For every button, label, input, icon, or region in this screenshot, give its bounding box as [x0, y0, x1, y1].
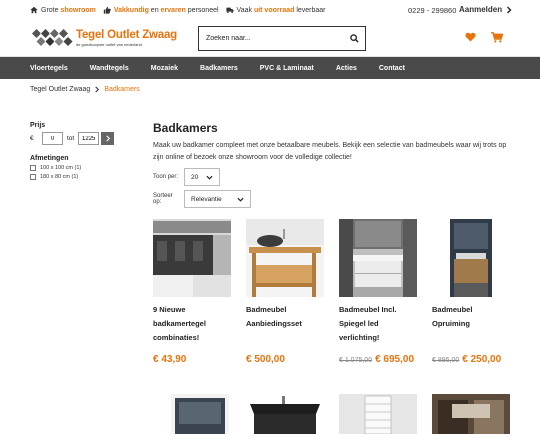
product-image[interactable] [432, 219, 510, 297]
search-input[interactable] [199, 27, 343, 50]
chevron-right-icon [507, 6, 512, 13]
truck-icon [225, 7, 234, 14]
checkbox[interactable] [30, 165, 36, 171]
price-min-input[interactable] [42, 132, 63, 145]
price-old: € 895,00 [432, 357, 460, 364]
search-button[interactable] [343, 27, 365, 50]
heart-icon[interactable] [465, 32, 476, 42]
price-old: € 1.075,00 [339, 357, 373, 364]
product-card[interactable] [339, 394, 417, 439]
breadcrumb-current[interactable]: Badkamers [104, 86, 139, 93]
nav-item-mozaiek[interactable]: Mozaiek [140, 65, 189, 72]
chevron-down-icon [237, 197, 244, 202]
sort-control: Sorteer op: Relevantie [153, 190, 251, 208]
nav-item-contact[interactable]: Contact [368, 65, 416, 72]
login-link[interactable]: Aanmelden [459, 5, 513, 14]
price-filter-title: Prijs [30, 122, 46, 129]
per-page-value: 20 [191, 173, 199, 181]
breadcrumb-home[interactable]: Tegel Outlet Zwaag [30, 86, 90, 93]
product-image[interactable] [339, 219, 417, 297]
product-image[interactable] [153, 219, 231, 297]
dimension-option[interactable]: 180 x 80 cm (1) [30, 174, 120, 180]
product-image[interactable] [339, 394, 417, 435]
page-title: Badkamers [153, 121, 218, 135]
product-image[interactable] [246, 219, 324, 297]
price-to-label: tot [67, 135, 75, 142]
price-current: € 695,00 [375, 354, 415, 365]
logo-text: Tegel Outlet Zwaag de goedkoopste outlet… [76, 29, 177, 47]
product-card[interactable] [246, 394, 324, 439]
sort-value: Relevantie [191, 195, 222, 203]
logo-tiles-icon [31, 28, 74, 47]
product-price: € 43,90 [153, 354, 186, 365]
search-box [198, 26, 366, 51]
nav-item-pvc-laminaat[interactable]: PVC & Laminaat [249, 65, 325, 72]
thumbs-up-icon [103, 6, 111, 14]
nav-item-wandtegels[interactable]: Wandtegels [79, 65, 140, 72]
top-bar: Grote showroom Vakkundig en ervaren pers… [0, 0, 540, 20]
product-card[interactable]: Badmeubel Incl. Spiegel led verlichting!… [339, 219, 417, 365]
breadcrumb: Tegel Outlet Zwaag Badkamers [30, 86, 140, 93]
product-image[interactable] [171, 394, 229, 434]
product-price: € 500,00 [246, 354, 285, 365]
filter-sidebar: Prijs € tot Afmetingen 100 x 100 cm (1) … [30, 122, 120, 180]
logo-subtitle: de goedkoopste outlet van nederland [76, 42, 142, 47]
product-price: € 895,00 € 250,00 [432, 354, 501, 365]
main-nav: Vloertegels Wandtegels Mozaiek Badkamers… [0, 57, 540, 79]
dark-vanity-image [432, 219, 510, 297]
tiles-image [153, 219, 231, 297]
search-icon [349, 34, 359, 43]
dimension-option-label: 180 x 80 cm (1) [40, 174, 79, 180]
usp-text: Vaak uit voorraad leverbaar [236, 6, 326, 14]
price-filter-row: € tot [30, 132, 120, 145]
price-current: € 500,00 [246, 354, 285, 365]
usp-staff: Vakkundig en ervaren personeel [103, 6, 219, 14]
checkbox[interactable] [30, 174, 36, 180]
chevron-right-icon [106, 135, 110, 142]
wood-vanity-image [246, 219, 324, 297]
usp-text: Vakkundig en ervaren personeel [113, 6, 219, 14]
product-card[interactable]: Badmeubel Aanbiedingsset € 500,00 [246, 219, 324, 365]
sort-select[interactable]: Relevantie [184, 190, 251, 208]
product-image[interactable] [246, 394, 324, 434]
nav-item-acties[interactable]: Acties [325, 65, 368, 72]
usp-showroom: Grote showroom [30, 6, 96, 14]
per-page-control: Toon per: 20 [153, 168, 220, 186]
per-page-label: Toon per: [153, 174, 179, 180]
product-name[interactable]: Badmeubel Opruiming [432, 303, 510, 331]
nav-item-vloertegels[interactable]: Vloertegels [19, 65, 79, 72]
chevron-down-icon [206, 175, 213, 180]
dimension-option-label: 100 x 100 cm (1) [40, 165, 82, 171]
product-name[interactable]: 9 Nieuwe badkamertegel combinaties! [153, 303, 231, 345]
dimension-filter-title: Afmetingen [30, 155, 69, 162]
price-apply-button[interactable] [101, 132, 115, 145]
product-name[interactable]: Badmeubel Aanbiedingsset [246, 303, 324, 331]
product-card[interactable] [171, 394, 229, 439]
phone-number[interactable]: 0229 - 299860 [408, 6, 456, 15]
price-current: € 250,00 [462, 354, 502, 365]
per-page-select[interactable]: 20 [184, 168, 220, 186]
mirror-vanity-image [339, 219, 417, 297]
nav-item-badkamers[interactable]: Badkamers [189, 65, 249, 72]
login-label: Aanmelden [459, 5, 503, 14]
product-card[interactable]: Badmeubel Opruiming € 895,00 € 250,00 [432, 219, 510, 365]
dimension-option[interactable]: 100 x 100 cm (1) [30, 165, 120, 171]
product-card[interactable]: 9 Nieuwe badkamertegel combinaties! € 43… [153, 219, 231, 365]
home-icon [30, 6, 38, 14]
page-description: Maak uw badkamer compleet met onze betaa… [153, 142, 507, 161]
chevron-right-icon [95, 86, 100, 93]
logo-title: Tegel Outlet Zwaag [76, 29, 177, 41]
usp-stock: Vaak uit voorraad leverbaar [225, 6, 326, 14]
product-card[interactable] [432, 394, 510, 439]
cart-icon[interactable] [491, 32, 503, 43]
price-current: € 43,90 [153, 354, 187, 365]
site-logo[interactable]: Tegel Outlet Zwaag de goedkoopste outlet… [30, 26, 177, 50]
sort-label: Sorteer op: [153, 193, 173, 205]
usp-text: Grote showroom [41, 6, 96, 14]
product-name[interactable]: Badmeubel Incl. Spiegel led verlichting! [339, 303, 417, 345]
site-header: Tegel Outlet Zwaag de goedkoopste outlet… [0, 20, 540, 57]
price-max-input[interactable] [78, 132, 100, 145]
product-image[interactable] [432, 394, 510, 434]
product-price: € 1.075,00 € 695,00 [339, 354, 414, 365]
